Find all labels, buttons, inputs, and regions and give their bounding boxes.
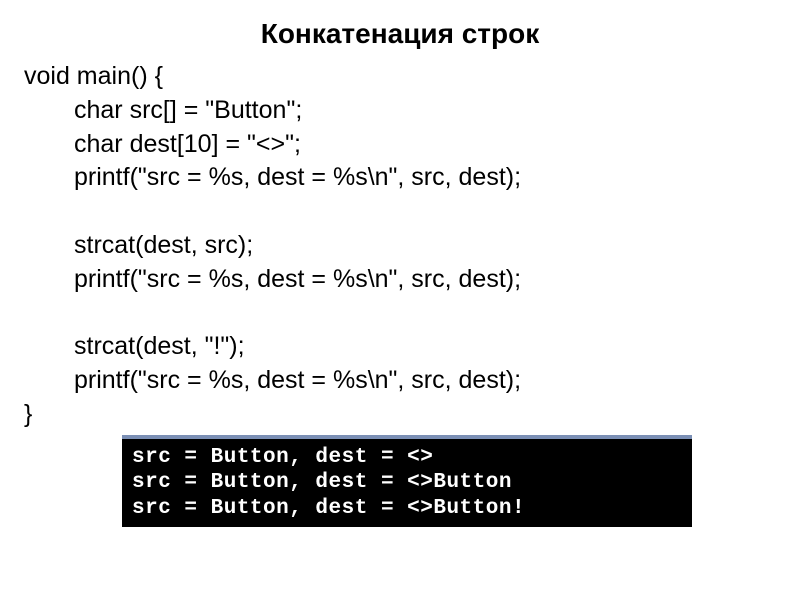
code-line: char dest[10] = "<>"; <box>24 128 776 162</box>
code-line <box>24 195 776 229</box>
code-line: void main() { <box>24 60 776 94</box>
code-line: printf("src = %s, dest = %s\n", src, des… <box>24 263 776 297</box>
console-output: src = Button, dest = <> src = Button, de… <box>122 435 692 527</box>
code-line: } <box>24 398 776 432</box>
code-line: char src[] = "Button"; <box>24 94 776 128</box>
code-line <box>24 296 776 330</box>
console-line: src = Button, dest = <> <box>132 445 682 470</box>
code-line: printf("src = %s, dest = %s\n", src, des… <box>24 364 776 398</box>
console-line: src = Button, dest = <>Button! <box>132 496 682 521</box>
code-line: printf("src = %s, dest = %s\n", src, des… <box>24 161 776 195</box>
code-line: strcat(dest, src); <box>24 229 776 263</box>
slide-title: Конкатенация строк <box>0 0 800 60</box>
console-line: src = Button, dest = <>Button <box>132 470 682 495</box>
code-block: void main() { char src[] = "Button"; cha… <box>0 60 800 431</box>
code-line: strcat(dest, "!"); <box>24 330 776 364</box>
